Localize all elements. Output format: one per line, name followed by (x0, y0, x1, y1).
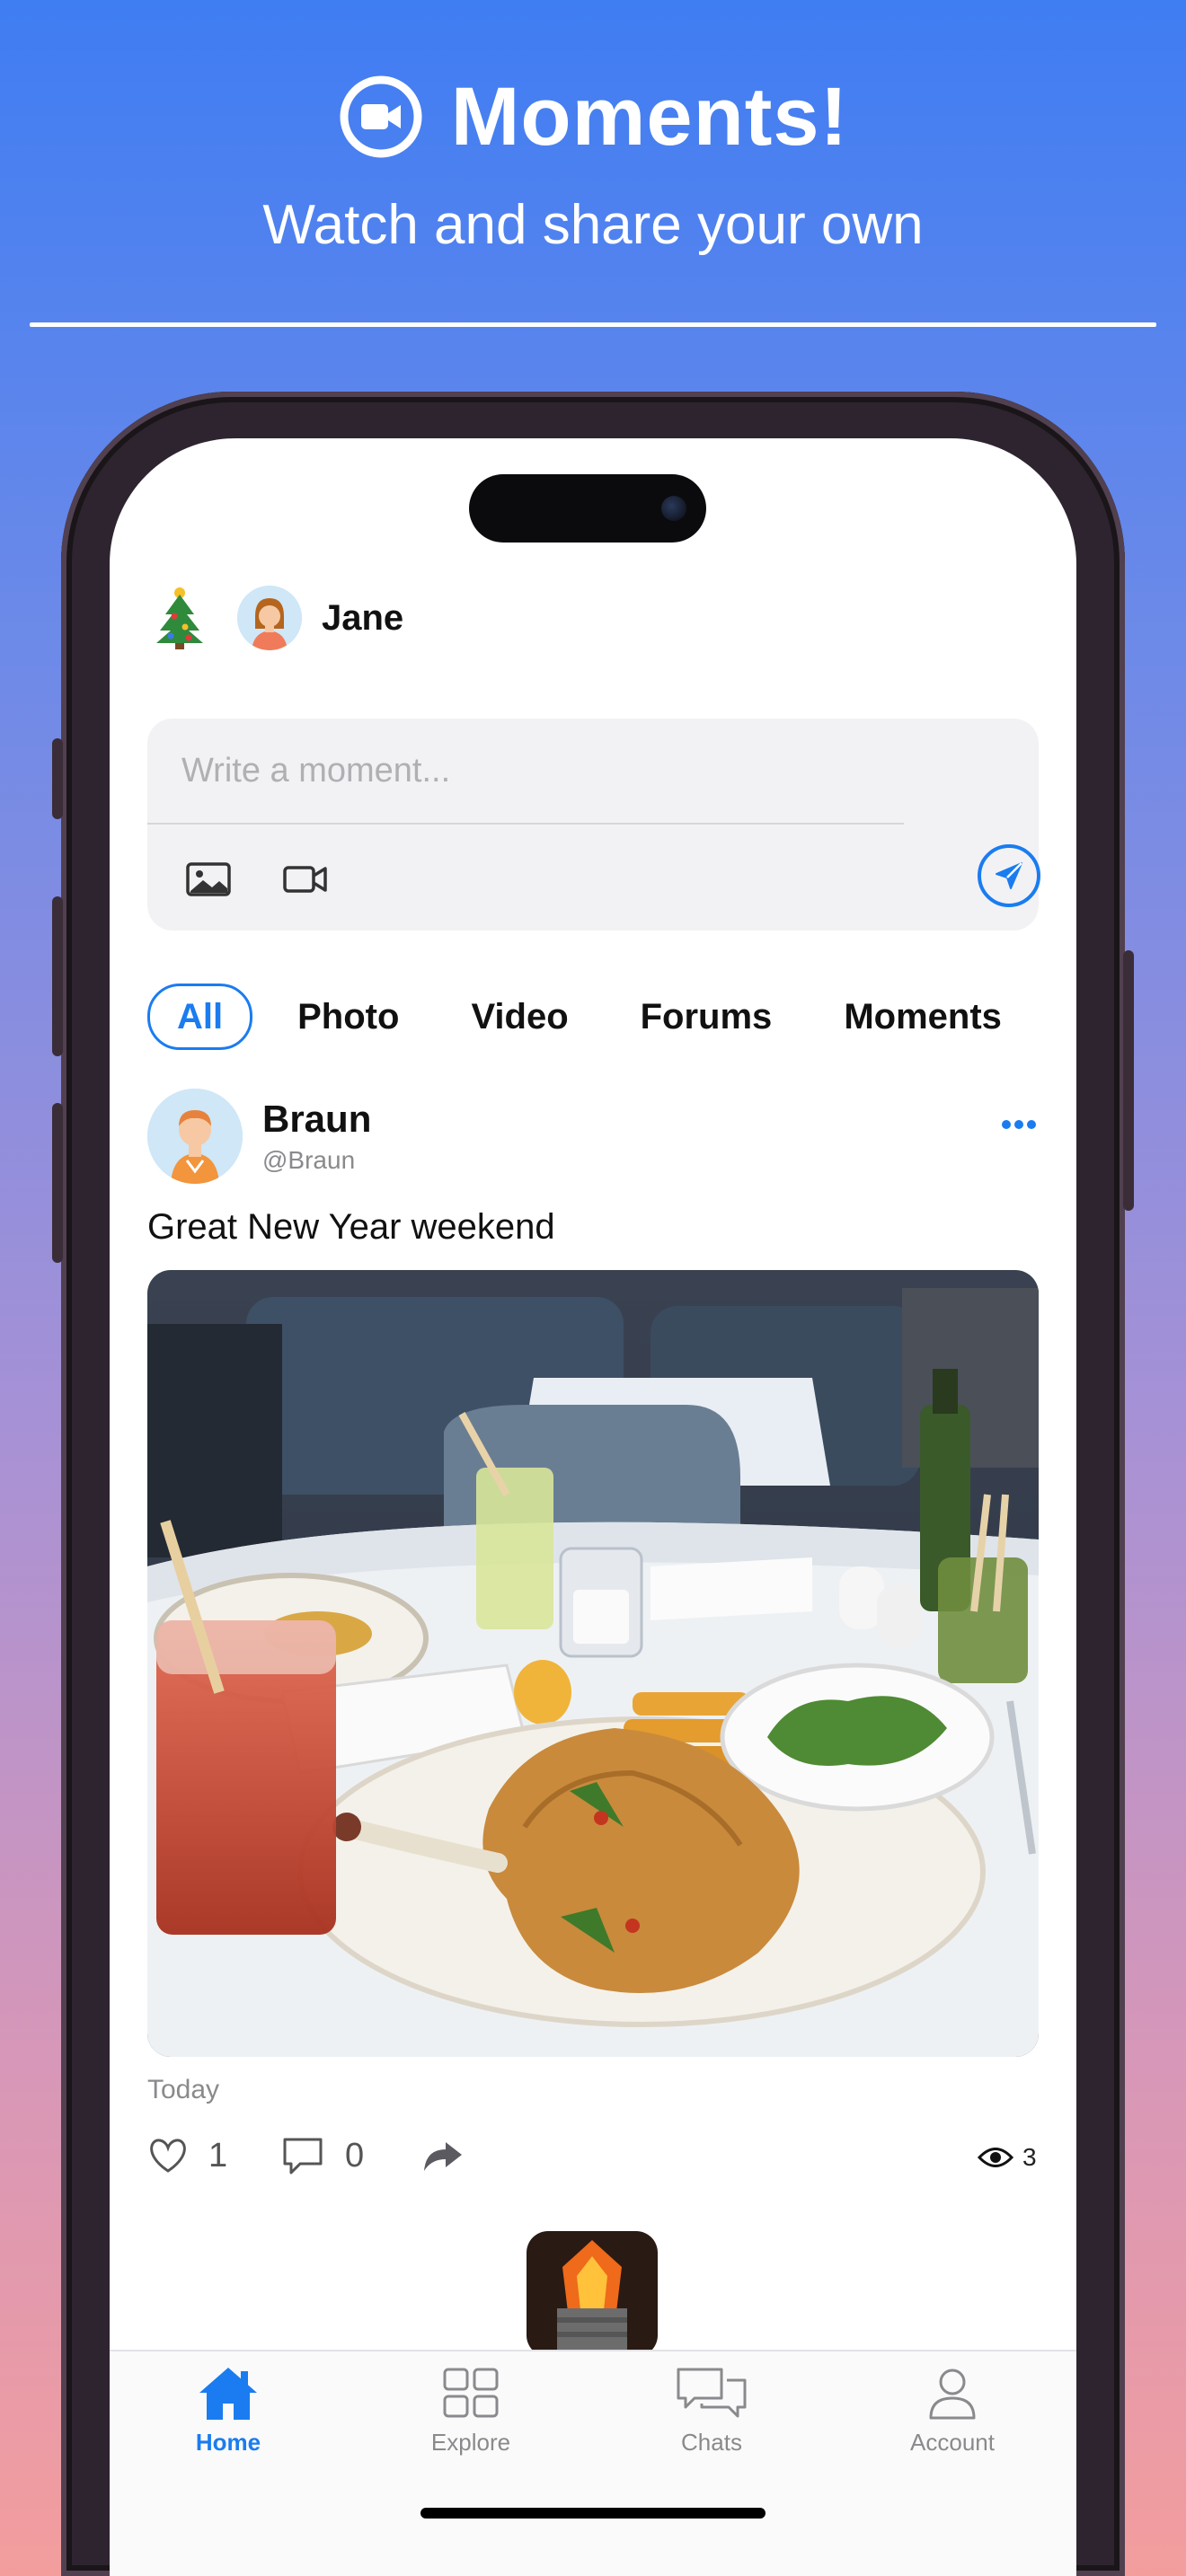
send-button[interactable] (978, 844, 1040, 907)
dynamic-island (469, 474, 706, 543)
heart-icon (150, 2139, 186, 2173)
tab-forums[interactable]: Forums (605, 986, 809, 1047)
home-indicator[interactable] (420, 2508, 766, 2519)
phone-screen: Jane All Photo Video Forums Moments (110, 438, 1076, 2576)
jane-avatar-illustration (237, 586, 302, 650)
moment-composer (147, 719, 1040, 931)
tabbar-explore-label: Explore (430, 2429, 511, 2456)
banner-divider (30, 322, 1156, 327)
banner-subtitle: Watch and share your own (262, 194, 924, 256)
phone-volume-up-button (52, 896, 63, 1056)
composer-divider (147, 823, 904, 825)
send-icon (996, 862, 1022, 889)
phone-power-button (1123, 950, 1134, 1211)
video-camera-icon (340, 75, 422, 158)
moment-input[interactable] (147, 719, 904, 823)
tabbar-chats[interactable]: Chats (631, 2364, 792, 2481)
banner-title: Moments! (450, 70, 849, 163)
more-options-icon[interactable] (999, 1117, 1039, 1132)
views-number: 3 (1022, 2143, 1037, 2171)
restaurant-dinner-photo (147, 1270, 1039, 2057)
user-header: Jane (153, 584, 403, 652)
tabbar-explore[interactable]: Explore (390, 2364, 552, 2481)
video-icon[interactable] (282, 859, 329, 898)
tabbar-account[interactable]: Account (872, 2364, 1033, 2481)
phone-volume-down-button (52, 1103, 63, 1263)
post-author-handle: @Braun (262, 1146, 356, 1174)
grid-icon (443, 2368, 499, 2418)
share-button[interactable] (420, 2129, 464, 2183)
post-author-avatar[interactable] (147, 1089, 243, 1184)
bottom-tab-bar: Home Explore Chats Account (110, 2350, 1076, 2576)
comment-icon (283, 2138, 323, 2175)
promo-banner: Moments! Watch and share your own (0, 0, 1186, 341)
tab-all[interactable]: All (147, 984, 253, 1050)
tabbar-home[interactable]: Home (147, 2364, 309, 2481)
braun-avatar-illustration (147, 1089, 243, 1184)
tab-moments[interactable]: Moments (808, 986, 1038, 1047)
post-date: Today (147, 2075, 220, 2104)
filter-tabs: All Photo Video Forums Moments (147, 984, 1038, 1050)
christmas-tree-icon[interactable] (153, 586, 207, 650)
user-name: Jane (322, 597, 404, 638)
tabbar-account-label: Account (910, 2429, 995, 2456)
tabbar-home-label: Home (195, 2429, 261, 2456)
home-icon (199, 2368, 257, 2420)
eye-icon (978, 2148, 1013, 2167)
photo-icon[interactable] (185, 859, 232, 898)
comment-count: 0 (345, 2136, 365, 2175)
front-camera (661, 496, 686, 521)
phone-action-button (52, 738, 63, 819)
user-avatar[interactable] (237, 586, 302, 650)
like-button[interactable]: 1 (147, 2129, 227, 2183)
banner-title-row: Moments! (0, 63, 1186, 171)
chat-bubbles-icon (677, 2368, 747, 2418)
next-post-thumbnail[interactable] (527, 2231, 658, 2357)
tab-photo[interactable]: Photo (261, 986, 435, 1047)
tab-video[interactable]: Video (435, 986, 604, 1047)
comment-button[interactable]: 0 (280, 2129, 364, 2183)
post-author-name[interactable]: Braun (262, 1098, 371, 1141)
post-text: Great New Year weekend (147, 1207, 555, 1247)
post-photo[interactable] (147, 1270, 1039, 2057)
like-count: 1 (208, 2136, 228, 2175)
tabbar-chats-label: Chats (681, 2429, 742, 2456)
share-icon (424, 2142, 462, 2171)
person-icon (929, 2369, 976, 2420)
view-count: 3 (978, 2141, 1037, 2174)
fire-pit-photo (527, 2231, 658, 2357)
